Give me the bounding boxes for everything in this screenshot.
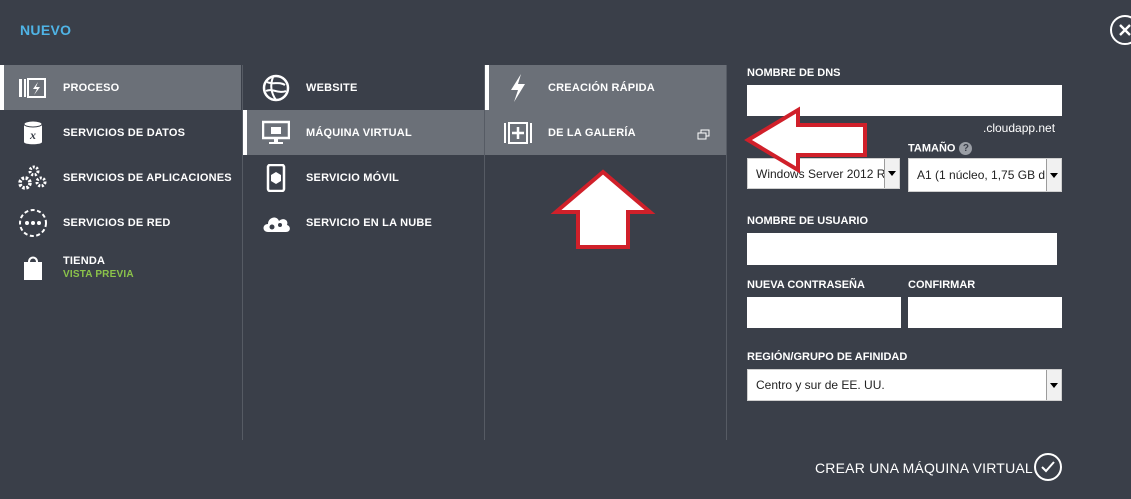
password-label: NUEVA CONTRASEÑA [747,279,865,291]
menu-item-label: SERVICIOS DE APLICACIONES [63,171,232,184]
gears-icon [18,163,48,193]
create-vm-label[interactable]: CREAR UNA MÁQUINA VIRTUAL [815,460,1033,476]
chevron-down-icon [884,159,899,188]
menu-item-website[interactable]: WEBSITE [243,65,484,110]
menu-item-maquina-virtual[interactable]: MÁQUINA VIRTUAL [243,110,484,155]
menu-item-label: SERVICIO MÓVIL [306,171,400,184]
region-select-value: Centro y sur de EE. UU. [756,378,885,392]
size-label: TAMAÑO? [908,142,973,155]
size-select-value: A1 (1 núcleo, 1,75 GB d [917,168,1046,182]
database-icon: x [18,118,48,148]
service-column: WEBSITE MÁQUINA VIRTUAL SERVICIO MÓVIL S… [242,65,484,440]
menu-item-label: CREACIÓN RÁPIDA [548,81,655,94]
username-label: NOMBRE DE USUARIO [747,215,869,227]
menu-item-tienda[interactable]: TIENDA VISTA PREVIA [0,245,241,290]
cloud-gears-icon [261,208,291,238]
menu-item-label: PROCESO [63,81,120,94]
menu-item-label: SERVICIOS DE RED [63,216,171,229]
option-column: CREACIÓN RÁPIDA DE LA GALERÍA [484,65,727,440]
chevron-down-icon [1046,370,1061,400]
confirm-password-input[interactable] [908,297,1062,328]
menu-item-label: TIENDA VISTA PREVIA [63,255,134,280]
lightning-icon [503,73,533,103]
image-select[interactable]: Windows Server 2012 R [747,158,900,189]
mobile-icon [261,163,291,193]
menu-item-proceso[interactable]: PROCESO [0,65,241,110]
menu-item-title: TIENDA [63,255,106,267]
open-window-icon [697,127,710,145]
close-icon [1119,24,1131,36]
shopping-bag-icon [18,253,48,283]
confirm-label: CONFIRMAR [908,279,976,291]
close-button[interactable] [1110,15,1131,45]
menu-item-label: DE LA GALERÍA [548,126,636,139]
menu-item-label: WEBSITE [306,81,358,94]
chevron-down-icon [1046,159,1061,191]
compute-icon [18,73,48,103]
size-label-text: TAMAÑO [908,142,956,155]
region-select[interactable]: Centro y sur de EE. UU. [747,369,1062,401]
menu-item-creacion-rapida[interactable]: CREACIÓN RÁPIDA [485,65,726,110]
dns-suffix: .cloudapp.net [983,121,1056,135]
menu-item-de-la-galeria[interactable]: DE LA GALERÍA [485,110,726,155]
dns-name-input[interactable] [747,85,1062,116]
size-select[interactable]: A1 (1 núcleo, 1,75 GB d [908,158,1062,192]
preview-badge: VISTA PREVIA [63,269,134,280]
region-label: REGIÓN/GRUPO DE AFINIDAD [747,351,908,363]
menu-item-servicio-movil[interactable]: SERVICIO MÓVIL [243,155,484,200]
menu-item-servicios-de-aplicaciones[interactable]: SERVICIOS DE APLICACIONES [0,155,241,200]
menu-item-label: SERVICIOS DE DATOS [63,126,186,139]
menu-item-servicios-de-red[interactable]: SERVICIOS DE RED [0,200,241,245]
username-input[interactable] [747,233,1057,265]
globe-icon [261,73,291,103]
create-vm-button[interactable] [1034,453,1062,481]
password-input[interactable] [747,297,901,328]
menu-item-label: SERVICIO EN LA NUBE [306,216,433,229]
category-column: PROCESO x SERVICIOS DE DATOS SERVICIOS D… [0,65,241,440]
gallery-add-icon [503,118,533,148]
svg-text:x: x [29,128,36,142]
page-title: NUEVO [20,22,72,38]
help-icon[interactable]: ? [959,142,973,155]
network-icon [18,208,48,238]
menu-item-label: MÁQUINA VIRTUAL [306,126,412,139]
menu-item-servicio-en-la-nube[interactable]: SERVICIO EN LA NUBE [243,200,484,245]
dns-label: NOMBRE DE DNS [747,67,841,79]
menu-item-servicios-de-datos[interactable]: x SERVICIOS DE DATOS [0,110,241,155]
image-select-value: Windows Server 2012 R [756,166,886,181]
monitor-icon [261,118,291,148]
checkmark-icon [1041,461,1055,473]
